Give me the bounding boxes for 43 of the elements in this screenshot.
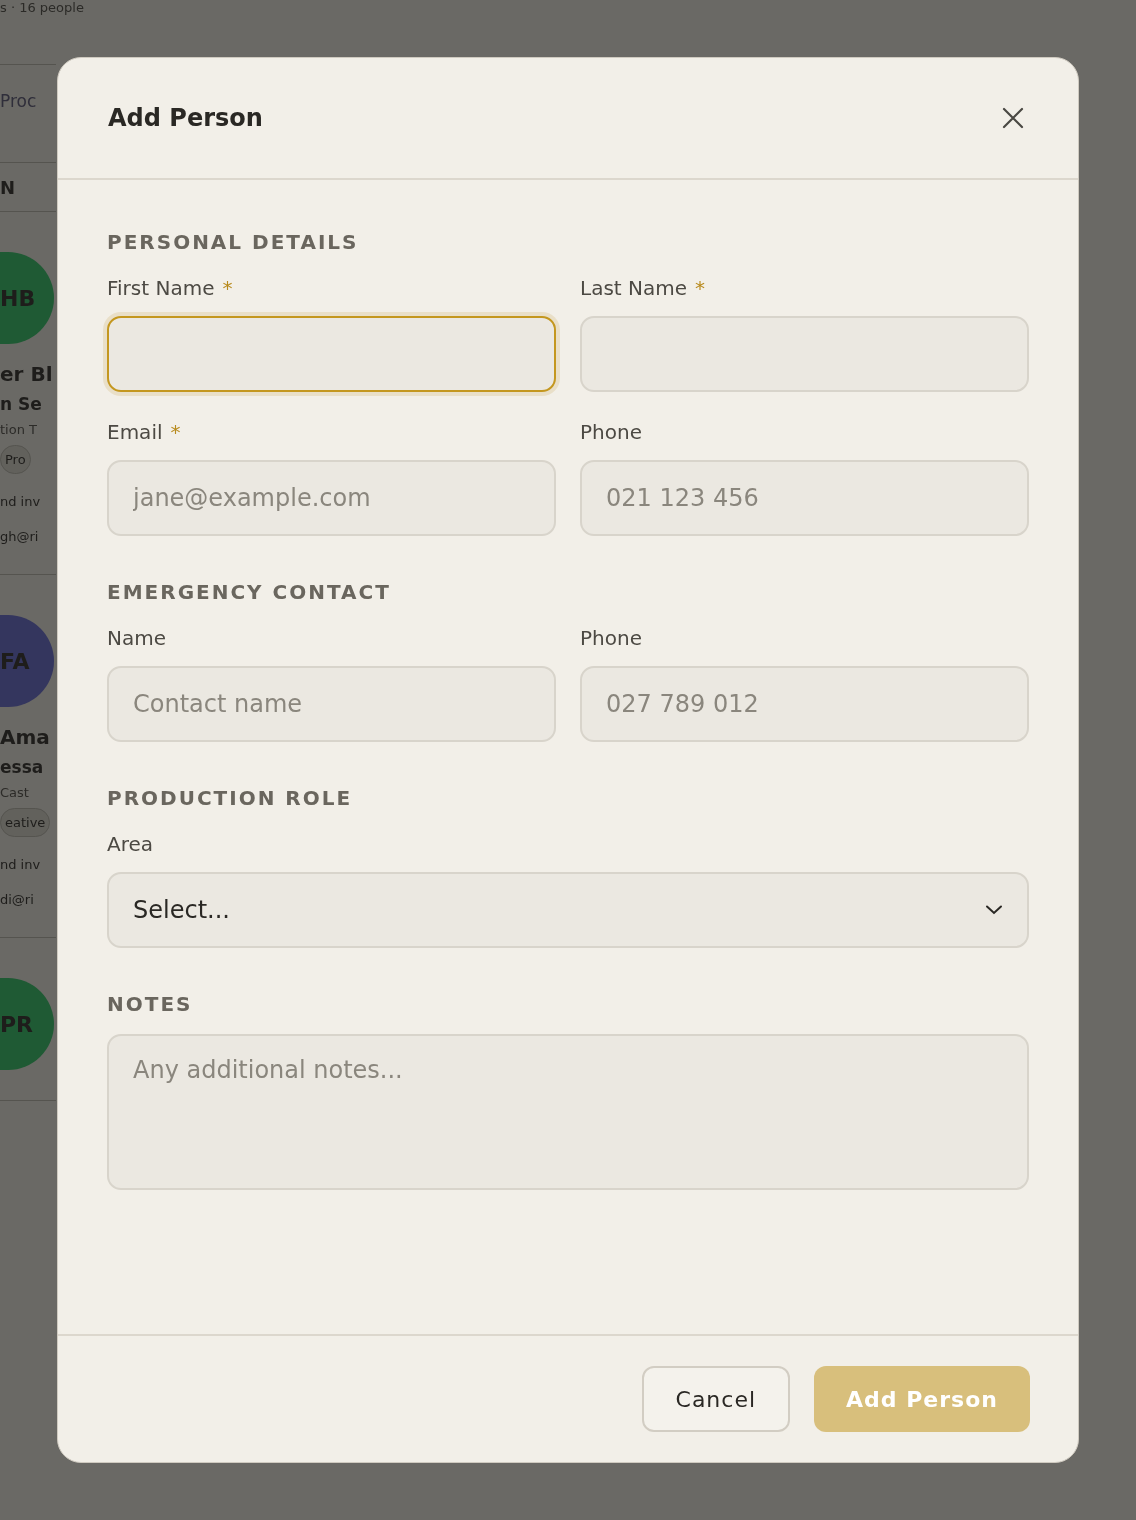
input-field[interactable]: 027 789 012 — [580, 666, 1029, 742]
chevron-down-icon — [985, 905, 1003, 915]
section-heading: PERSONAL DETAILS — [107, 230, 360, 254]
required-mark: * — [695, 276, 706, 300]
email-text: gh@ri — [0, 529, 40, 544]
status-text: nd inv — [0, 857, 42, 872]
person-team: Cast — [0, 785, 30, 800]
required-mark: * — [222, 276, 233, 300]
field-label: Email — [107, 420, 163, 444]
section-heading: NOTES — [107, 992, 194, 1016]
tag: eative — [0, 808, 51, 837]
input-field[interactable] — [107, 316, 556, 392]
section-heading: PRODUCTION ROLE — [107, 786, 354, 810]
avatar: PR — [0, 978, 54, 1070]
section-heading: EMERGENCY CONTACT — [107, 580, 392, 604]
field-label: Last Name — [580, 276, 688, 300]
dialog-title: Add Person — [108, 104, 263, 132]
select-field[interactable]: Select... — [107, 872, 1029, 948]
page-subtitle: s · 16 people — [0, 0, 84, 16]
input-field[interactable]: jane@example.com — [107, 460, 556, 536]
field-label: Phone — [580, 626, 642, 650]
field-label: Name — [107, 626, 166, 650]
person-name: er Bl — [0, 362, 54, 386]
tag: Pro — [0, 445, 31, 474]
notes-field[interactable]: Any additional notes... — [107, 1034, 1029, 1190]
person-name: Ama — [0, 725, 51, 749]
field-label: Phone — [580, 420, 642, 444]
avatar: HB — [0, 252, 54, 344]
field-label: Area — [107, 832, 154, 856]
column-heading: N — [0, 176, 16, 198]
required-mark: * — [170, 420, 181, 444]
input-field[interactable] — [580, 316, 1029, 392]
email-text: di@ri — [0, 892, 35, 907]
input-field[interactable]: 021 123 456 — [580, 460, 1029, 536]
person-team: tion T — [0, 422, 38, 437]
field-label: First Name — [107, 276, 215, 300]
avatar: FA — [0, 615, 54, 707]
close-icon — [1002, 107, 1024, 129]
cancel-button[interactable]: Cancel — [641, 1366, 791, 1432]
input-field[interactable]: Contact name — [107, 666, 556, 742]
status-text: nd inv — [0, 494, 42, 509]
person-role: essa — [0, 757, 45, 777]
person-role: n Se — [0, 394, 43, 414]
